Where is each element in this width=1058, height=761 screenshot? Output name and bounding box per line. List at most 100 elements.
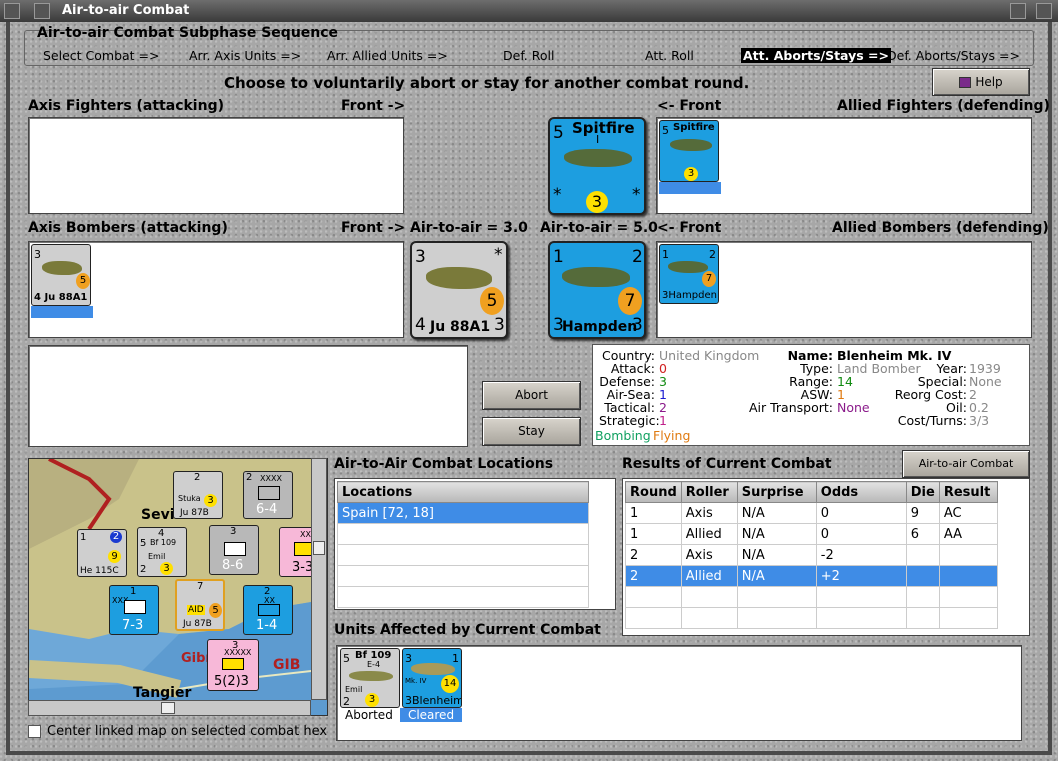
maximize-icon[interactable]	[1010, 3, 1026, 19]
cell	[905, 565, 940, 587]
cell: N/A	[736, 502, 817, 524]
ju88-move: 3	[494, 315, 505, 335]
map-unit-inf-86[interactable]: 3 8-6	[209, 525, 259, 575]
map-horizontal-scrollbar[interactable]	[28, 700, 311, 716]
location-empty-row	[337, 586, 589, 608]
cell: 2	[625, 565, 682, 587]
inf1-sub: XXXX	[260, 474, 282, 483]
location-empty-row	[337, 544, 589, 566]
transport-key: Air Transport:	[748, 400, 833, 415]
stuka-name: Ju 87B	[180, 508, 209, 518]
close-icon[interactable]	[1036, 3, 1052, 19]
ju87m-num: 5	[209, 603, 222, 618]
spitfire-plane-icon	[564, 149, 632, 167]
stay-button[interactable]: Stay	[482, 417, 581, 446]
cell: 2	[625, 544, 682, 566]
step-arr-axis: Arr. Axis Units =>	[189, 48, 302, 63]
results-empty-row	[625, 607, 998, 629]
map-vscroll-thumb[interactable]	[313, 541, 325, 555]
results-col-roller: Roller	[680, 481, 738, 503]
linked-map[interactable]: Sevil Gibr GIB Tangier 2 Stuka 3 Ju 87B …	[28, 458, 328, 716]
axis-fighters-panel[interactable]	[28, 117, 404, 214]
affected-bf109-counter[interactable]: 5 Bf 109 E-4 Emil 2 3	[340, 648, 400, 708]
minimize-icon[interactable]	[34, 3, 50, 19]
results-row[interactable]: 2 Axis N/A -2	[625, 544, 998, 566]
map-unit-ju87-selected[interactable]: 7 AID 5 Ju 87B	[175, 579, 225, 631]
inf1-strength: 6-4	[256, 502, 278, 517]
role-bombing: Bombing	[595, 428, 651, 443]
map-unit-inf-73[interactable]: 1 XXX 7-3	[109, 585, 159, 635]
blenheim-status: Cleared	[400, 708, 462, 722]
hampden-mini-counter[interactable]: 1 2 7 3Hampden	[659, 244, 719, 304]
role-flying: Flying	[653, 428, 691, 443]
cell	[905, 544, 940, 566]
ju88-attack: 3	[415, 247, 426, 267]
hampden-counter[interactable]: 1 2 7 3 Hampden 3	[548, 241, 646, 339]
ju88-mini-counter[interactable]: 3 5 4 Ju 88A1 3	[31, 244, 91, 306]
allied-a2a-value: Air-to-air = 5.0	[540, 220, 658, 236]
ju87m-tag: AID	[187, 605, 205, 615]
spitfire-mini-counter[interactable]: 5 Spitfire 3	[659, 120, 719, 182]
abort-button[interactable]: Abort	[482, 381, 581, 410]
bf109m-num: 3	[160, 562, 173, 575]
cell	[938, 565, 998, 587]
map-unit-inf-14[interactable]: 2 XX 1-4	[243, 585, 293, 635]
hampden-mini-plane-icon	[668, 261, 708, 273]
axis-bombers-panel[interactable]: 3 5 4 Ju 88A1 3	[28, 241, 404, 338]
results-row-selected[interactable]: 2 Allied N/A +2	[625, 565, 998, 587]
results-row[interactable]: 1 Allied N/A 0 6 AA	[625, 523, 998, 545]
map-unit-he115[interactable]: 1 2 9 He 115C	[77, 529, 127, 577]
inf1-top: 2	[246, 472, 253, 483]
map-unit-spa[interactable]: 3 XXXXX 5(2)3	[207, 639, 259, 691]
bf109m-sub: Emil	[148, 552, 166, 561]
cell: AC	[938, 502, 998, 524]
results-title: Results of Current Combat	[622, 456, 832, 472]
ju88-counter[interactable]: 3 * 5 4 Ju 88A1 3	[410, 241, 508, 339]
cell: 0	[815, 523, 907, 545]
spitfire-name: Spitfire	[572, 119, 635, 137]
cost-key: Cost/Turns:	[897, 413, 967, 428]
inf4-strength: 7-3	[122, 618, 144, 633]
allied-fighters-panel[interactable]: 5 Spitfire 3	[656, 117, 1032, 214]
bf109-range: 3	[365, 693, 379, 707]
help-button[interactable]: Help	[932, 68, 1030, 96]
map-unit-stuka[interactable]: 2 Stuka 3 Ju 87B	[173, 471, 223, 519]
locations-title: Air-to-Air Combat Locations	[334, 456, 554, 472]
spitfire-mini-name: Spitfire	[673, 122, 715, 133]
inf2-top: 3	[230, 526, 237, 537]
stuka-num: 3	[204, 494, 217, 507]
spitfire-counter[interactable]: 5 Spitfire I * * 3	[548, 117, 646, 215]
spa-strength: 5(2)3	[214, 674, 249, 689]
step-def-aborts: Def. Aborts/Stays =>	[887, 48, 1020, 63]
map-vertical-scrollbar[interactable]	[311, 458, 327, 700]
location-row[interactable]: Spain [72, 18]	[337, 502, 589, 524]
allied-bombers-panel[interactable]: 1 2 7 3Hampden	[656, 241, 1032, 338]
hampden-mini-attack: 1	[662, 248, 669, 261]
results-row[interactable]: 1 Axis N/A 0 9 AC	[625, 502, 998, 524]
cell: Allied	[680, 565, 738, 587]
cell: N/A	[736, 523, 817, 545]
results-col-result: Result	[938, 481, 998, 503]
map-unit-inf-64[interactable]: 2 XXXX 6-4	[243, 471, 293, 519]
spitfire-star-left: *	[553, 185, 562, 205]
map-hscroll-thumb[interactable]	[161, 702, 175, 714]
system-menu-icon[interactable]	[4, 3, 20, 19]
ju88-selection-bar	[31, 306, 93, 318]
spitfire-attack: 5	[553, 123, 564, 143]
results-col-odds: Odds	[815, 481, 907, 503]
hampden-move: 3	[632, 315, 643, 335]
allied-bombers-front: <- Front	[657, 220, 722, 236]
affected-blenheim-counter[interactable]: 3 1 Mk. IV 14 3Blenheim	[402, 648, 462, 708]
ju88-defense: 4	[415, 315, 426, 335]
map-unit-bf109[interactable]: 4 5 Bf 109 Emil 2 3	[137, 527, 187, 577]
allied-front-label: <- Front	[657, 98, 722, 114]
center-map-checkbox[interactable]	[28, 725, 41, 738]
transport-value: None	[837, 400, 870, 415]
step-arr-allied: Arr. Allied Units =>	[327, 48, 448, 63]
bf109-sub: E-4	[367, 660, 381, 669]
spitfire-star-right: *	[632, 185, 641, 205]
a2a-chart-button[interactable]: Air-to-air Combat Chart	[902, 450, 1030, 496]
hampden-name: Hampden	[562, 319, 638, 335]
strategic-key: Strategic:	[599, 413, 660, 428]
inf2-symbol-icon	[224, 542, 246, 556]
